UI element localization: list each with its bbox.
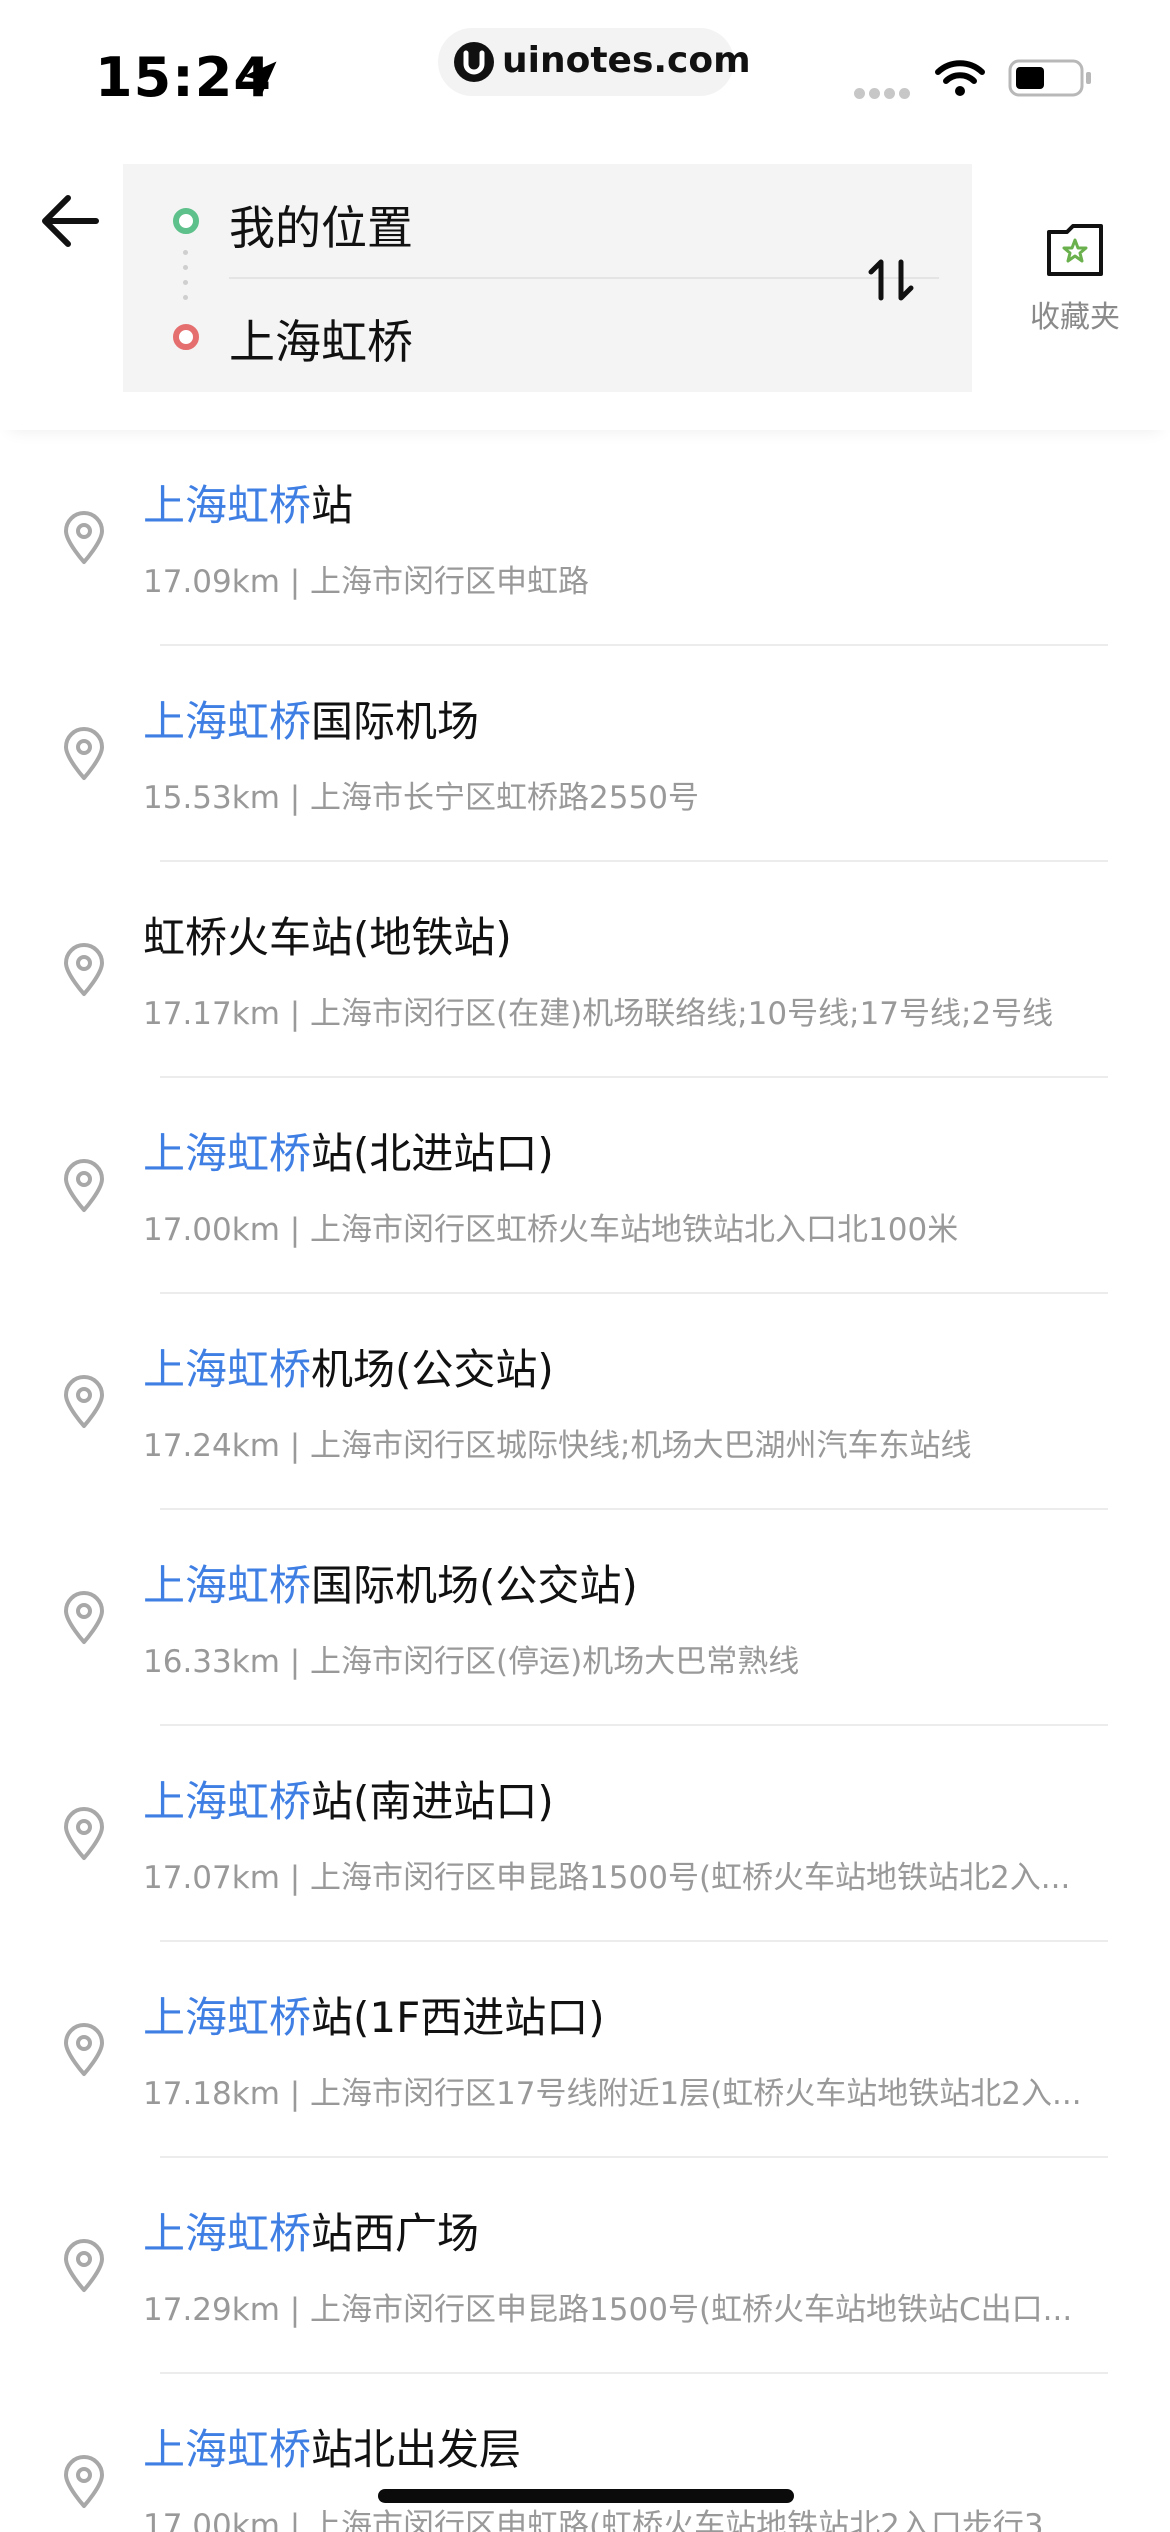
favorites-folder-icon bbox=[1047, 224, 1103, 276]
location-pin-icon bbox=[64, 2023, 104, 2076]
result-title: 上海虹桥站(南进站口) bbox=[143, 1768, 554, 1829]
origin-dot-icon bbox=[173, 208, 199, 234]
result-item[interactable]: 上海虹桥站(1F西进站口) 17.18km | 上海市闵行区17号线附近1层(虹桥… bbox=[0, 1942, 1170, 2158]
location-pin-icon bbox=[64, 1591, 104, 1644]
result-title-rest: 站(北进站口) bbox=[311, 1129, 554, 1178]
search-results-list: 上海虹桥站 17.09km | 上海市闵行区申虹路 上海虹桥国际机场 15.53km … bbox=[0, 430, 1170, 2532]
result-title-rest: 虹桥火车站(地铁站) bbox=[143, 913, 512, 962]
result-title-highlight: 上海虹桥 bbox=[143, 1777, 312, 1826]
result-subtitle: 17.00km | 上海市闵行区虹桥火车站地铁站北入口北100米 bbox=[143, 1212, 959, 1248]
result-title-rest: 站北出发层 bbox=[311, 2425, 522, 2474]
result-title: 上海虹桥站北出发层 bbox=[143, 2416, 521, 2477]
result-title: 虹桥火车站(地铁站) bbox=[143, 904, 512, 965]
wifi-icon bbox=[935, 60, 985, 96]
back-arrow-icon[interactable] bbox=[36, 188, 106, 254]
result-item[interactable]: 上海虹桥站(北进站口) 17.00km | 上海市闵行区虹桥火车站地铁站北入口北1… bbox=[0, 1078, 1170, 1294]
result-title: 上海虹桥站 bbox=[143, 472, 353, 533]
result-item[interactable]: 上海虹桥站西广场 17.29km | 上海市闵行区申昆路1500号(虹桥火车站地铁… bbox=[0, 2158, 1170, 2374]
result-subtitle: 17.00km | 上海市闵行区申虹路(虹桥火车站地铁站北2入口步行3... bbox=[143, 2508, 1074, 2532]
result-title-highlight: 上海虹桥 bbox=[143, 1561, 312, 1610]
url-pill[interactable]: uinotes.com bbox=[438, 28, 751, 96]
result-title-highlight: 上海虹桥 bbox=[143, 2425, 312, 2474]
favorites-button[interactable]: 收藏夹 bbox=[1010, 222, 1140, 342]
result-item[interactable]: 上海虹桥国际机场 15.53km | 上海市长宁区虹桥路2550号 bbox=[0, 646, 1170, 862]
location-pin-icon bbox=[64, 511, 104, 564]
site-logo-icon bbox=[454, 42, 494, 82]
result-title-highlight: 上海虹桥 bbox=[143, 481, 312, 530]
result-title-rest: 站西广场 bbox=[311, 2209, 480, 2258]
result-title: 上海虹桥国际机场(公交站) bbox=[143, 1552, 638, 1613]
result-subtitle: 17.07km | 上海市闵行区申昆路1500号(虹桥火车站地铁站北2入... bbox=[143, 1860, 1071, 1896]
result-item[interactable]: 上海虹桥站北出发层 17.00km | 上海市闵行区申虹路(虹桥火车站地铁站北2入… bbox=[0, 2374, 1170, 2532]
location-pin-icon bbox=[64, 2455, 104, 2508]
location-pin-icon bbox=[64, 943, 104, 996]
screen: 15:24 uinotes.com 我的位置 上海虹桥 收藏夹 上海虹桥站 17… bbox=[0, 0, 1170, 2532]
result-title-highlight: 上海虹桥 bbox=[143, 1129, 312, 1178]
origin-field[interactable]: 我的位置 bbox=[229, 192, 413, 258]
route-dots-line bbox=[183, 250, 189, 318]
favorites-label: 收藏夹 bbox=[1030, 300, 1120, 335]
swap-icon[interactable] bbox=[865, 254, 917, 306]
result-title-rest: 站(南进站口) bbox=[311, 1777, 554, 1826]
result-item[interactable]: 上海虹桥国际机场(公交站) 16.33km | 上海市闵行区(停运)机场大巴常熟线 bbox=[0, 1510, 1170, 1726]
result-item[interactable]: 上海虹桥站 17.09km | 上海市闵行区申虹路 bbox=[0, 430, 1170, 646]
cellular-signal-icon bbox=[854, 84, 916, 99]
route-input-box: 我的位置 上海虹桥 bbox=[123, 164, 972, 392]
destination-dot-icon bbox=[173, 324, 199, 350]
result-title-highlight: 上海虹桥 bbox=[143, 1993, 312, 2042]
location-pin-icon bbox=[64, 1375, 104, 1428]
result-title-rest: 国际机场(公交站) bbox=[311, 1561, 638, 1610]
route-header: 我的位置 上海虹桥 收藏夹 bbox=[0, 150, 1170, 430]
battery-icon bbox=[1008, 59, 1091, 97]
result-title-highlight: 上海虹桥 bbox=[143, 697, 312, 746]
location-pin-icon bbox=[64, 1807, 104, 1860]
result-subtitle: 15.53km | 上海市长宁区虹桥路2550号 bbox=[143, 780, 699, 816]
result-subtitle: 16.33km | 上海市闵行区(停运)机场大巴常熟线 bbox=[143, 1644, 800, 1680]
location-pin-icon bbox=[64, 1159, 104, 1212]
result-title: 上海虹桥站(1F西进站口) bbox=[143, 1984, 605, 2045]
result-subtitle: 17.17km | 上海市闵行区(在建)机场联络线;10号线;17号线;2号线 bbox=[143, 996, 1054, 1032]
result-title-highlight: 上海虹桥 bbox=[143, 1345, 312, 1394]
route-divider bbox=[229, 277, 939, 279]
result-subtitle: 17.24km | 上海市闵行区城际快线;机场大巴湖州汽车东站线 bbox=[143, 1428, 972, 1464]
destination-field[interactable]: 上海虹桥 bbox=[229, 306, 413, 372]
status-bar: 15:24 uinotes.com bbox=[0, 0, 1170, 150]
result-item[interactable]: 虹桥火车站(地铁站) 17.17km | 上海市闵行区(在建)机场联络线;10号线… bbox=[0, 862, 1170, 1078]
url-text: uinotes.com bbox=[502, 40, 751, 81]
result-title-rest: 站(1F西进站口) bbox=[311, 1993, 605, 2042]
result-title: 上海虹桥机场(公交站) bbox=[143, 1336, 554, 1397]
result-title: 上海虹桥站西广场 bbox=[143, 2200, 479, 2261]
result-title: 上海虹桥站(北进站口) bbox=[143, 1120, 554, 1181]
home-indicator[interactable] bbox=[378, 2489, 794, 2503]
location-pin-icon bbox=[64, 727, 104, 780]
result-subtitle: 17.29km | 上海市闵行区申昆路1500号(虹桥火车站地铁站C出口... bbox=[143, 2292, 1073, 2328]
result-item[interactable]: 上海虹桥站(南进站口) 17.07km | 上海市闵行区申昆路1500号(虹桥火车… bbox=[0, 1726, 1170, 1942]
result-title-highlight: 上海虹桥 bbox=[143, 2209, 312, 2258]
result-item[interactable]: 上海虹桥机场(公交站) 17.24km | 上海市闵行区城际快线;机场大巴湖州汽车… bbox=[0, 1294, 1170, 1510]
location-arrow-icon bbox=[243, 61, 277, 95]
result-title-rest: 站 bbox=[311, 481, 354, 530]
result-title-rest: 机场(公交站) bbox=[311, 1345, 554, 1394]
result-subtitle: 17.18km | 上海市闵行区17号线附近1层(虹桥火车站地铁站北2入... bbox=[143, 2076, 1082, 2112]
location-pin-icon bbox=[64, 2239, 104, 2292]
result-subtitle: 17.09km | 上海市闵行区申虹路 bbox=[143, 564, 590, 600]
result-title: 上海虹桥国际机场 bbox=[143, 688, 479, 749]
result-title-rest: 国际机场 bbox=[311, 697, 480, 746]
